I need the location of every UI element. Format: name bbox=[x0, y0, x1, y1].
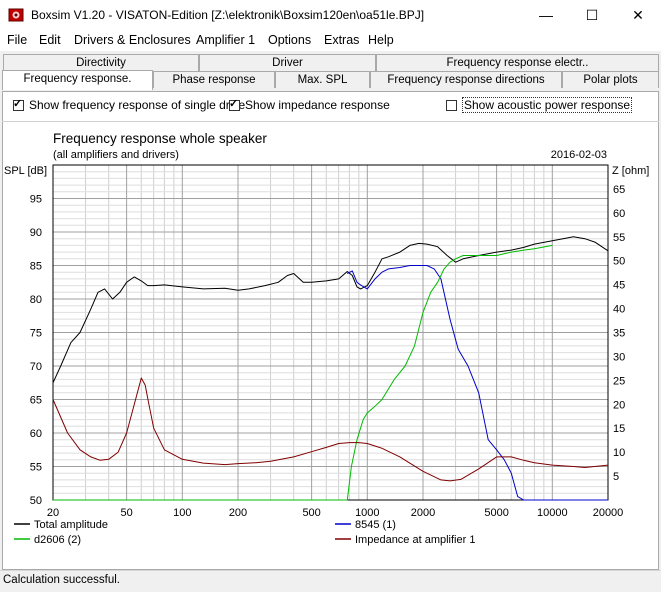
legend-label: Total amplitude bbox=[34, 519, 108, 531]
legend-label: Impedance at amplifier 1 bbox=[355, 534, 475, 546]
status-bar: Calculation successful. bbox=[0, 570, 661, 592]
tab-max-spl[interactable]: Max. SPL bbox=[275, 71, 370, 88]
y2-tick-label: 40 bbox=[613, 304, 625, 316]
tab-directivity[interactable]: Directivity bbox=[3, 54, 199, 71]
y2-tick-label: 55 bbox=[613, 232, 625, 244]
x-tick-label: 20 bbox=[47, 507, 59, 519]
close-icon[interactable]: ✕ bbox=[615, 0, 661, 31]
chart-date: 2016-02-03 bbox=[551, 149, 607, 161]
menu-file[interactable]: File bbox=[7, 33, 27, 47]
y-tick-label: 60 bbox=[30, 428, 42, 440]
y2-tick-label: 35 bbox=[613, 328, 625, 340]
tab-driver[interactable]: Driver bbox=[199, 54, 376, 71]
tab-strip: Directivity Driver Frequency response el… bbox=[0, 51, 661, 91]
menu-amplifier[interactable]: Amplifier 1 bbox=[196, 33, 255, 47]
acoustic-power-option[interactable]: Show acoustic power response bbox=[446, 97, 633, 113]
x-tick-label: 10000 bbox=[537, 507, 568, 519]
y2-tick-label: 45 bbox=[613, 280, 625, 292]
y2-tick-label: 15 bbox=[613, 423, 625, 435]
y-tick-label: 85 bbox=[30, 261, 42, 273]
tab-frequency-response-electr[interactable]: Frequency response electr.. bbox=[376, 54, 659, 71]
x-tick-label: 1000 bbox=[355, 507, 379, 519]
y2-tick-label: 5 bbox=[613, 471, 619, 483]
menu-drivers-enclosures[interactable]: Drivers & Enclosures bbox=[74, 33, 191, 47]
y2-axis-label: Z [ohm] bbox=[612, 165, 649, 177]
y-tick-label: 50 bbox=[30, 495, 42, 507]
grid-major bbox=[52, 164, 609, 501]
single-drive-option[interactable]: ✓ Show frequency response of single drive bbox=[13, 98, 245, 112]
series-line-8545-1 bbox=[347, 265, 608, 501]
acoustic-power-label: Show acoustic power response bbox=[462, 97, 633, 113]
checkmark-icon: ✓ bbox=[13, 98, 23, 110]
acoustic-power-checkbox[interactable] bbox=[446, 100, 457, 111]
menu-extras[interactable]: Extras bbox=[324, 33, 359, 47]
y-tick-label: 75 bbox=[30, 328, 42, 340]
chart-subtitle: (all amplifiers and drivers) bbox=[53, 149, 179, 161]
legend-label: 8545 (1) bbox=[355, 519, 396, 531]
x-tick-label: 500 bbox=[302, 507, 320, 519]
menu-options[interactable]: Options bbox=[268, 33, 311, 47]
y2-tick-label: 60 bbox=[613, 208, 625, 220]
menu-bar: File Edit Drivers & Enclosures Amplifier… bbox=[0, 31, 661, 51]
chart-title: Frequency response whole speaker bbox=[53, 131, 267, 146]
tab-frequency-response[interactable]: Frequency response. bbox=[2, 70, 153, 90]
y-axis-label: SPL [dB] bbox=[4, 165, 47, 177]
frequency-response-chart: 20 50 100 200 500 1000 2000 5000 10000 20000 50 55 6… bbox=[4, 131, 649, 546]
legend: Total amplitude 8545 (1) d2606 (2) Impedanc… bbox=[14, 519, 475, 546]
series-line-impedance-at-amplifier-1 bbox=[52, 377, 609, 482]
window-title: Boxsim V1.20 - VISATON-Edition [Z:\elekt… bbox=[31, 8, 425, 22]
x-tick-label: 20000 bbox=[593, 507, 624, 519]
x-tick-label: 2000 bbox=[411, 507, 435, 519]
menu-help[interactable]: Help bbox=[368, 33, 394, 47]
x-tick-label: 200 bbox=[229, 507, 247, 519]
options-separator bbox=[2, 121, 659, 122]
y-tick-label: 95 bbox=[30, 194, 42, 206]
x-tick-label: 5000 bbox=[484, 507, 508, 519]
single-drive-label: Show frequency response of single drive bbox=[29, 98, 246, 112]
status-text: Calculation successful. bbox=[3, 574, 120, 586]
series-layer bbox=[52, 236, 609, 501]
impedance-checkbox[interactable]: ✓ bbox=[229, 98, 240, 111]
legend-label: d2606 (2) bbox=[34, 534, 81, 546]
y-tick-label: 65 bbox=[30, 395, 42, 407]
tab-frequency-response-directions[interactable]: Frequency response directions bbox=[370, 71, 562, 88]
menu-edit[interactable]: Edit bbox=[39, 33, 61, 47]
y2-tick-label: 10 bbox=[613, 447, 625, 459]
minimize-icon[interactable]: — bbox=[523, 0, 569, 31]
y2-tick-label: 65 bbox=[613, 184, 625, 196]
y2-tick-label: 20 bbox=[613, 399, 625, 411]
y-tick-label: 55 bbox=[30, 462, 42, 474]
impedance-label: Show impedance response bbox=[245, 98, 390, 112]
checkmark-icon: ✓ bbox=[229, 98, 239, 110]
tab-phase-response[interactable]: Phase response bbox=[153, 71, 275, 88]
single-drive-checkbox[interactable]: ✓ bbox=[13, 98, 24, 111]
y-tick-label: 80 bbox=[30, 294, 42, 306]
x-tick-label: 50 bbox=[120, 507, 132, 519]
tick-labels: 20 50 100 200 500 1000 2000 5000 10000 20000 50 55 6… bbox=[30, 184, 626, 519]
maximize-icon[interactable]: ☐ bbox=[569, 0, 615, 31]
y2-tick-label: 50 bbox=[613, 256, 625, 268]
y2-tick-label: 30 bbox=[613, 351, 625, 363]
impedance-option[interactable]: ✓ Show impedance response bbox=[229, 98, 390, 112]
x-tick-label: 100 bbox=[173, 507, 191, 519]
title-bar: Boxsim V1.20 - VISATON-Edition [Z:\elekt… bbox=[0, 0, 661, 31]
y-tick-label: 90 bbox=[30, 227, 42, 239]
boxsim-app-icon bbox=[8, 8, 24, 22]
y-tick-label: 70 bbox=[30, 361, 42, 373]
y2-tick-label: 25 bbox=[613, 375, 625, 387]
tab-polar-plots[interactable]: Polar plots bbox=[562, 71, 659, 88]
